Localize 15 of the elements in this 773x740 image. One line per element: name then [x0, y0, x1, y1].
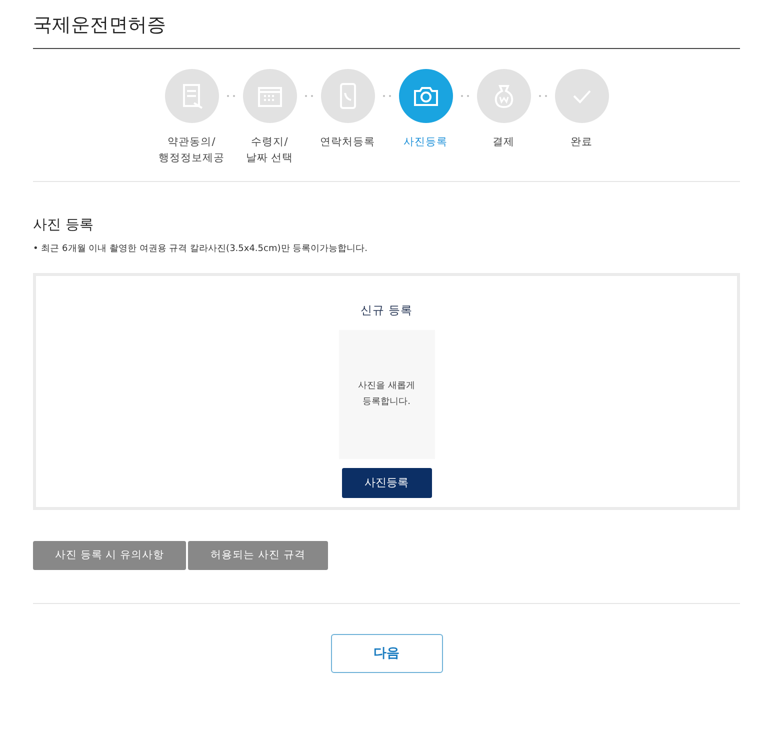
photo-register-button[interactable]: 사진등록 [342, 468, 432, 498]
step-label: 약관동의/ 행정정보제공 [158, 135, 224, 166]
step-label: 결제 [492, 135, 514, 150]
next-button[interactable]: 다음 [330, 634, 442, 672]
upload-title: 신규 등록 [360, 302, 412, 318]
step-label: 연락처등록 [320, 135, 375, 150]
photo-upload-area[interactable]: 사진을 새롭게 등록합니다. [338, 330, 434, 458]
step-label: 완료 [570, 135, 592, 150]
info-button[interactable]: 사진 등록 시 유의사항 [33, 540, 186, 570]
step-label: 수령지/ 날짜 선택 [246, 135, 294, 166]
section-title: 사진 등록 [33, 216, 94, 234]
page-title: 국제운전면허증 [33, 12, 740, 49]
notice-text: • 최근 6개월 이내 촬영한 여권용 규격 칼라사진(3.5x4.5cm)만 등록이가능합니다. [33, 242, 368, 254]
step-label: 사진등록 [404, 135, 448, 150]
info-button[interactable]: 허용되는 사진 규격 [188, 540, 328, 570]
